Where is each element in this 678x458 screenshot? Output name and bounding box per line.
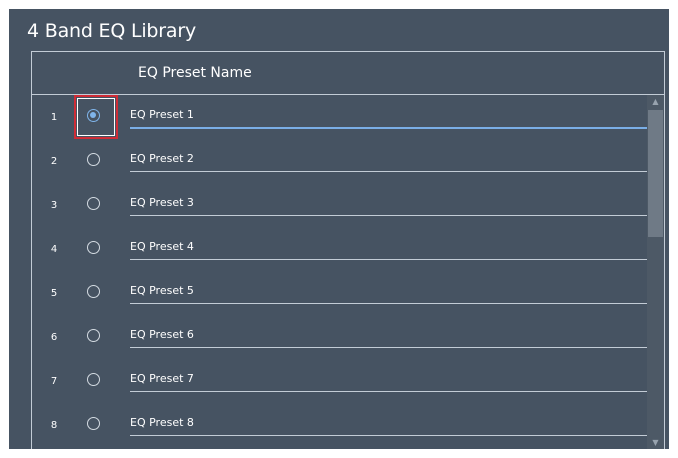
preset-row[interactable]: 1 EQ Preset 1 — [32, 95, 648, 139]
preset-name-field[interactable]: EQ Preset 8 — [130, 416, 648, 436]
preset-row[interactable]: 5 EQ Preset 5 — [32, 271, 648, 315]
preset-row[interactable]: 8 EQ Preset 8 — [32, 403, 648, 447]
preset-name-field[interactable]: EQ Preset 1 — [130, 108, 648, 129]
table-header: EQ Preset Name — [32, 52, 664, 95]
scroll-up-arrow-icon[interactable]: ▲ — [647, 95, 664, 109]
preset-row[interactable]: 6 EQ Preset 6 — [32, 315, 648, 359]
preset-name-field[interactable]: EQ Preset 3 — [130, 196, 648, 216]
preset-name-field[interactable]: EQ Preset 2 — [130, 152, 648, 172]
column-header-preset-name: EQ Preset Name — [138, 65, 252, 81]
preset-name-field[interactable]: EQ Preset 6 — [130, 328, 648, 348]
preset-radio-button[interactable] — [87, 241, 100, 254]
preset-radio-button[interactable] — [87, 197, 100, 210]
preset-radio-button[interactable] — [87, 329, 100, 342]
preset-name-field[interactable]: EQ Preset 7 — [130, 372, 648, 392]
preset-name-field[interactable]: EQ Preset 5 — [130, 284, 648, 304]
row-index: 1 — [50, 112, 58, 123]
preset-radio-button[interactable] — [87, 153, 100, 166]
preset-radio-button[interactable] — [87, 109, 100, 122]
preset-radio-button[interactable] — [87, 373, 100, 386]
preset-radio-button[interactable] — [87, 285, 100, 298]
scroll-down-arrow-icon[interactable]: ▼ — [647, 436, 664, 449]
row-index: 8 — [50, 420, 58, 431]
eq-library-panel: 4 Band EQ Library EQ Preset Name 1 EQ Pre… — [9, 9, 669, 449]
row-index: 3 — [50, 200, 58, 211]
preset-row[interactable]: 3 EQ Preset 3 — [32, 183, 648, 227]
row-index: 7 — [50, 376, 58, 387]
preset-row[interactable]: 7 EQ Preset 7 — [32, 359, 648, 403]
preset-radio-button[interactable] — [87, 417, 100, 430]
row-index: 4 — [50, 244, 58, 255]
vertical-scrollbar[interactable]: ▲ ▼ — [647, 95, 664, 449]
row-index: 6 — [50, 332, 58, 343]
scrollbar-thumb[interactable] — [648, 110, 663, 237]
panel-title: 4 Band EQ Library — [27, 20, 196, 42]
preset-table: EQ Preset Name 1 EQ Preset 1 2 EQ Preset 2 3… — [31, 51, 665, 449]
row-index: 5 — [50, 288, 58, 299]
preset-row[interactable]: 2 EQ Preset 2 — [32, 139, 648, 183]
preset-name-field[interactable]: EQ Preset 4 — [130, 240, 648, 260]
preset-row[interactable]: 4 EQ Preset 4 — [32, 227, 648, 271]
row-index: 2 — [50, 156, 58, 167]
